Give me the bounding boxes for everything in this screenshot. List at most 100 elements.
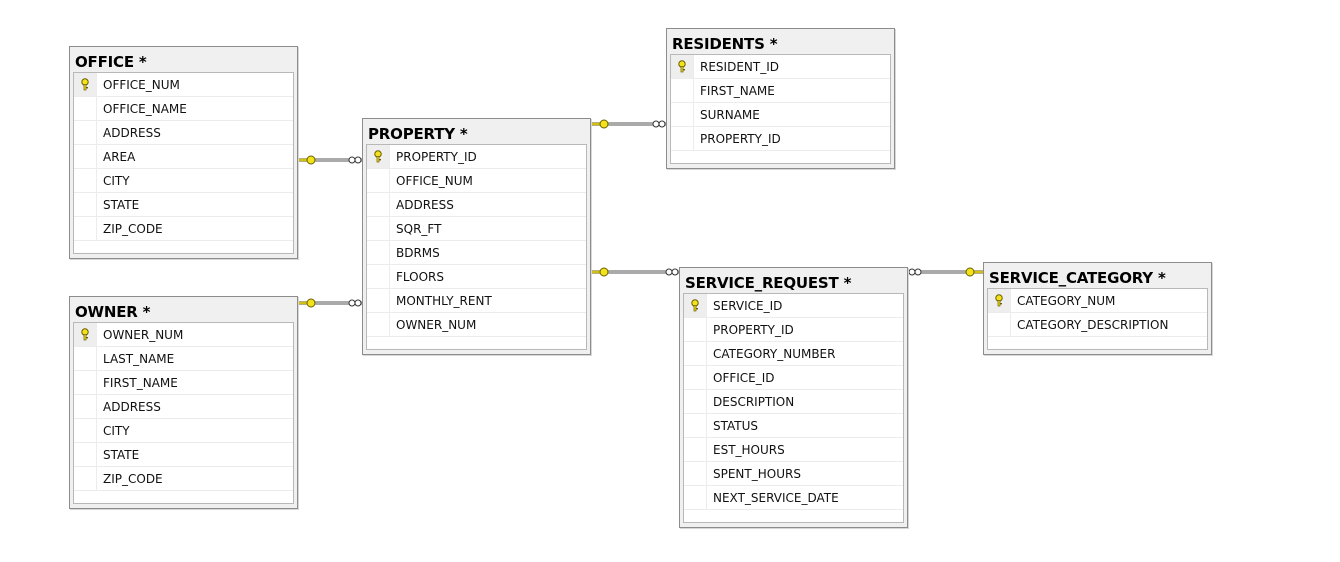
column-name: SERVICE_ID	[713, 298, 783, 313]
column-row[interactable]: BDRMS	[367, 241, 586, 265]
column-row[interactable]: DESCRIPTION	[684, 390, 903, 414]
row-selector	[671, 103, 694, 126]
column-list: PROPERTY_ID OFFICE_NUM ADDRESS SQR_FT BDRMS F…	[366, 144, 587, 350]
column-name: OFFICE_NUM	[396, 173, 473, 188]
infinity-icon	[348, 299, 362, 307]
column-row[interactable]: SERVICE_ID	[684, 294, 903, 318]
column-row[interactable]: STATE	[74, 443, 293, 467]
column-name: CITY	[103, 173, 130, 188]
table-title[interactable]: OFFICE *	[70, 47, 297, 72]
column-row[interactable]: ADDRESS	[74, 121, 293, 145]
column-row[interactable]: SQR_FT	[367, 217, 586, 241]
column-row[interactable]: SURNAME	[671, 103, 890, 127]
column-name: RESIDENT_ID	[700, 59, 779, 74]
column-row[interactable]: OFFICE_ID	[684, 366, 903, 390]
row-selector	[684, 318, 707, 341]
column-row[interactable]: STATE	[74, 193, 293, 217]
table-title[interactable]: SERVICE_CATEGORY *	[984, 263, 1211, 288]
table-residents[interactable]: RESIDENTS * RESIDENT_ID FIRST_NAME SURNAME P…	[666, 28, 895, 169]
row-selector	[684, 414, 707, 437]
column-list: CATEGORY_NUM CATEGORY_DESCRIPTION	[987, 288, 1208, 350]
column-row[interactable]: PROPERTY_ID	[684, 318, 903, 342]
row-selector	[74, 419, 97, 442]
column-name: ZIP_CODE	[103, 221, 163, 236]
column-list: OFFICE_NUM OFFICE_NAME ADDRESS AREA CITY STAT…	[73, 72, 294, 254]
infinity-icon	[652, 120, 666, 128]
row-selector	[367, 289, 390, 312]
column-name: OFFICE_NUM	[103, 77, 180, 92]
column-name: CATEGORY_NUM	[1017, 293, 1116, 308]
column-row[interactable]: CITY	[74, 169, 293, 193]
column-row[interactable]: FLOORS	[367, 265, 586, 289]
relationship-line[interactable]	[591, 267, 679, 277]
table-title[interactable]: OWNER *	[70, 297, 297, 322]
table-owner[interactable]: OWNER * OWNER_NUM LAST_NAME FIRST_NAME ADDRE…	[69, 296, 298, 509]
table-title[interactable]: RESIDENTS *	[667, 29, 894, 54]
row-selector	[74, 217, 97, 240]
row-selector	[74, 371, 97, 394]
column-name: PROPERTY_ID	[700, 131, 781, 146]
column-row[interactable]: OFFICE_NAME	[74, 97, 293, 121]
column-row[interactable]: CITY	[74, 419, 293, 443]
table-property[interactable]: PROPERTY * PROPERTY_ID OFFICE_NUM ADDRESS SQ…	[362, 118, 591, 355]
table-title[interactable]: SERVICE_REQUEST *	[680, 268, 907, 293]
row-selector	[74, 347, 97, 370]
column-name: MONTHLY_RENT	[396, 293, 492, 308]
column-name: ADDRESS	[103, 399, 161, 414]
column-list: RESIDENT_ID FIRST_NAME SURNAME PROPERTY_ID	[670, 54, 891, 164]
column-row[interactable]: CATEGORY_DESCRIPTION	[988, 313, 1207, 337]
column-row[interactable]: FIRST_NAME	[671, 79, 890, 103]
row-selector	[671, 127, 694, 150]
column-row[interactable]: PROPERTY_ID	[671, 127, 890, 151]
key-icon	[591, 267, 609, 277]
column-name: STATUS	[713, 418, 759, 433]
relationship-line[interactable]	[908, 267, 983, 277]
column-row[interactable]: SPENT_HOURS	[684, 462, 903, 486]
column-row[interactable]: FIRST_NAME	[74, 371, 293, 395]
column-name: PROPERTY_ID	[713, 322, 794, 337]
infinity-icon	[348, 156, 362, 164]
column-row[interactable]: STATUS	[684, 414, 903, 438]
column-name: OFFICE_ID	[713, 370, 775, 385]
column-row[interactable]: OFFICE_NUM	[74, 73, 293, 97]
column-row[interactable]: ZIP_CODE	[74, 467, 293, 491]
column-row[interactable]: EST_HOURS	[684, 438, 903, 462]
column-row[interactable]: LAST_NAME	[74, 347, 293, 371]
row-selector	[684, 438, 707, 461]
column-row[interactable]: PROPERTY_ID	[367, 145, 586, 169]
column-list: SERVICE_ID PROPERTY_ID CATEGORY_NUMBER OFFI…	[683, 293, 904, 523]
table-title[interactable]: PROPERTY *	[363, 119, 590, 144]
column-row[interactable]: RESIDENT_ID	[671, 55, 890, 79]
column-row[interactable]: OFFICE_NUM	[367, 169, 586, 193]
column-row[interactable]: ADDRESS	[74, 395, 293, 419]
column-name: OFFICE_NAME	[103, 101, 187, 116]
key-icon	[684, 294, 707, 317]
row-selector	[367, 313, 390, 336]
row-selector	[367, 241, 390, 264]
column-name: ADDRESS	[103, 125, 161, 140]
row-selector	[367, 169, 390, 192]
table-office[interactable]: OFFICE * OFFICE_NUM OFFICE_NAME ADDRESS AREA…	[69, 46, 298, 259]
row-selector	[74, 395, 97, 418]
relationship-line[interactable]	[591, 119, 666, 129]
column-row[interactable]: NEXT_SERVICE_DATE	[684, 486, 903, 510]
column-row[interactable]: MONTHLY_RENT	[367, 289, 586, 313]
infinity-icon	[908, 268, 922, 276]
table-service-category[interactable]: SERVICE_CATEGORY * CATEGORY_NUM CATEGORY_D…	[983, 262, 1212, 355]
column-name: DESCRIPTION	[713, 394, 795, 409]
row-selector	[684, 486, 707, 509]
column-row[interactable]: CATEGORY_NUM	[988, 289, 1207, 313]
table-service-request[interactable]: SERVICE_REQUEST * SERVICE_ID PROPERTY_ID CA…	[679, 267, 908, 528]
column-row[interactable]: ZIP_CODE	[74, 217, 293, 241]
row-selector	[74, 97, 97, 120]
column-list: OWNER_NUM LAST_NAME FIRST_NAME ADDRESS CITY S…	[73, 322, 294, 504]
column-row[interactable]: OWNER_NUM	[74, 323, 293, 347]
column-row[interactable]: CATEGORY_NUMBER	[684, 342, 903, 366]
column-row[interactable]: ADDRESS	[367, 193, 586, 217]
relationship-line[interactable]	[298, 298, 362, 308]
column-name: BDRMS	[396, 245, 440, 260]
row-selector	[367, 265, 390, 288]
relationship-line[interactable]	[298, 155, 362, 165]
column-row[interactable]: OWNER_NUM	[367, 313, 586, 337]
column-row[interactable]: AREA	[74, 145, 293, 169]
